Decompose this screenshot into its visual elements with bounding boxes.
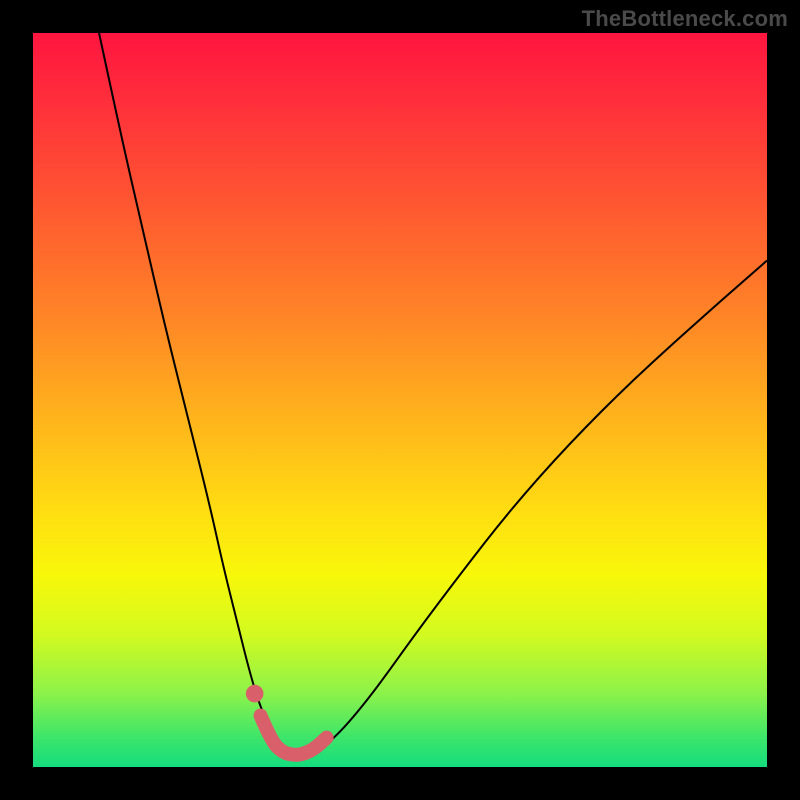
chart-svg — [33, 33, 767, 767]
watermark-text: TheBottleneck.com — [582, 6, 788, 32]
bottleneck-curve — [99, 33, 767, 758]
plot-area — [33, 33, 767, 767]
highlight-segment — [261, 716, 327, 755]
highlight-dot — [246, 685, 264, 703]
chart-frame: TheBottleneck.com — [0, 0, 800, 800]
